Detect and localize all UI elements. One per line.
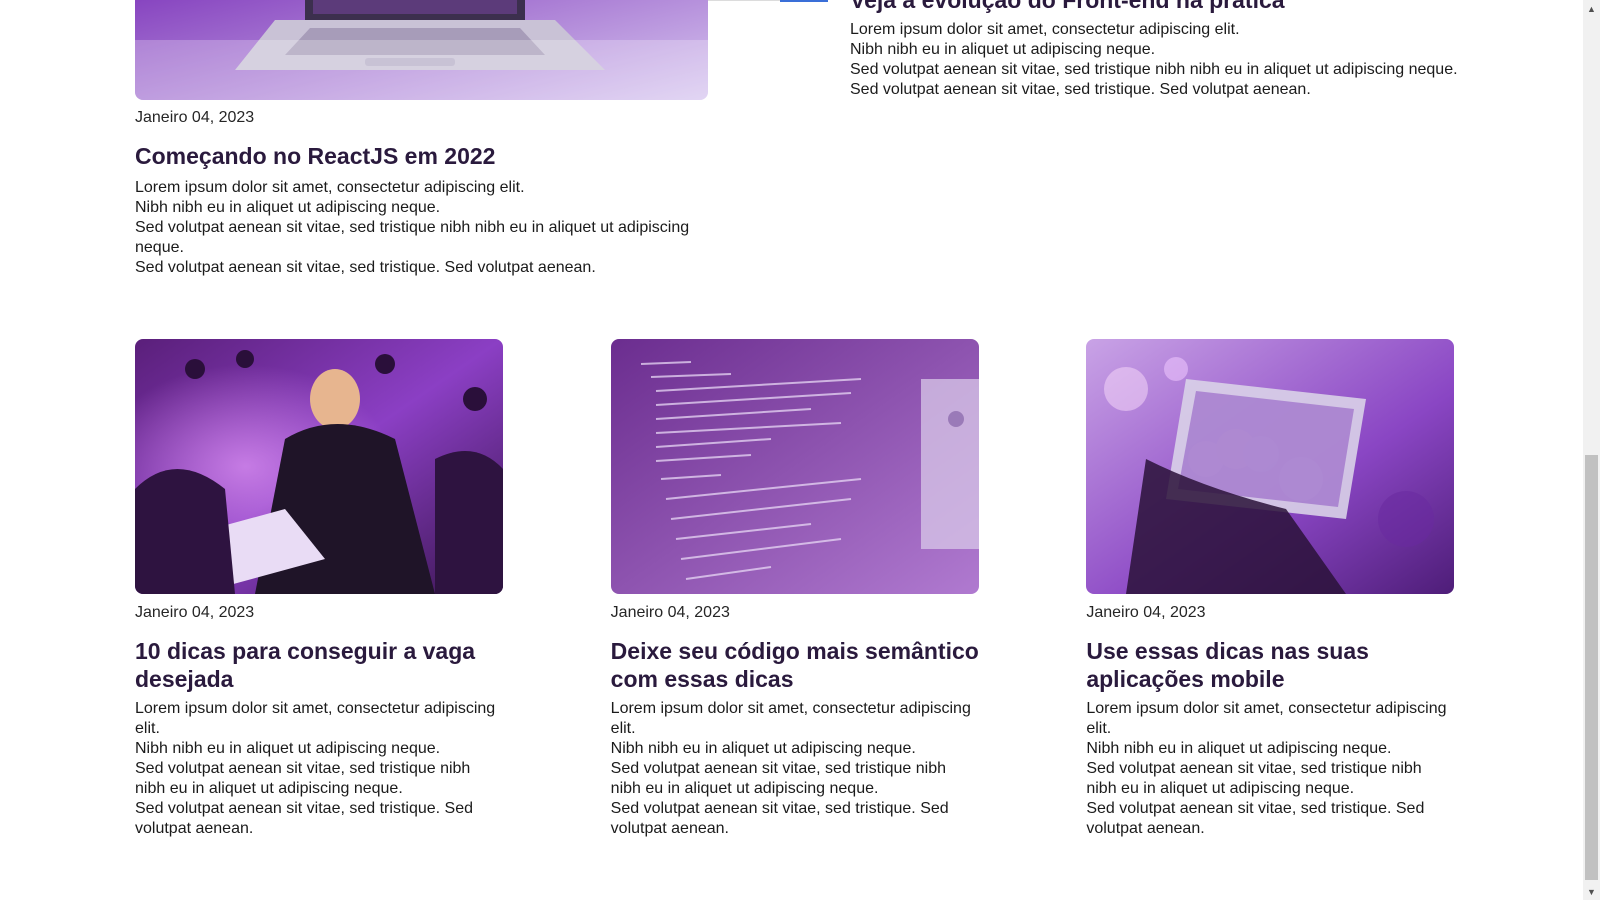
post-excerpt: Lorem ipsum dolor sit amet, consectetur …	[1086, 699, 1455, 839]
post-card[interactable]: Janeiro 04, 2023 Use essas dicas nas sua…	[1086, 339, 1455, 839]
smartphone-photo-icon[interactable]	[1086, 339, 1455, 594]
post-title[interactable]: 10 dicas para conseguir a vaga desejada	[135, 637, 504, 693]
post-excerpt: Lorem ipsum dolor sit amet, consectetur …	[135, 178, 695, 278]
excerpt-line: Sed volutpat aenean sit vitae, sed trist…	[1086, 800, 1425, 837]
post-excerpt: Lorem ipsum dolor sit amet, consectetur …	[135, 699, 504, 839]
post-card[interactable]: Janeiro 04, 2023 10 dicas para conseguir…	[135, 339, 504, 839]
post-date: Janeiro 04, 2023	[610, 604, 730, 621]
excerpt-line: Lorem ipsum dolor sit amet, consectetur …	[135, 700, 496, 737]
arrow-down-icon[interactable]: ▼	[1583, 883, 1600, 900]
excerpt-line: Nibh nibh eu in aliquet ut adipiscing ne…	[1086, 740, 1392, 757]
excerpt-line: Nibh nibh eu in aliquet ut adipiscing ne…	[135, 199, 441, 216]
post-grid: Janeiro 04, 2023 10 dicas para conseguir…	[135, 339, 1455, 839]
blog-page: Janeiro 04, 2023 Começando no ReactJS em…	[0, 0, 1600, 900]
laptop-photo-icon[interactable]	[135, 0, 708, 100]
code-screen-photo-icon[interactable]	[610, 339, 979, 594]
scrollbar-thumb[interactable]	[1585, 455, 1598, 880]
excerpt-line: Sed volutpat aenean sit vitae, sed trist…	[850, 61, 1458, 78]
excerpt-line: Sed volutpat aenean sit vitae, sed trist…	[850, 81, 1311, 98]
post-excerpt: Lorem ipsum dolor sit amet, consectetur …	[611, 699, 980, 839]
post-title[interactable]: Use essas dicas nas suas aplicações mobi…	[1086, 637, 1455, 693]
excerpt-line: Sed volutpat aenean sit vitae, sed trist…	[135, 259, 596, 276]
excerpt-line: Lorem ipsum dolor sit amet, consectetur …	[135, 179, 525, 196]
excerpt-line: Nibh nibh eu in aliquet ut adipiscing ne…	[610, 740, 916, 757]
excerpt-line: Sed volutpat aenean sit vitae, sed trist…	[1086, 760, 1422, 797]
excerpt-line: Sed volutpat aenean sit vitae, sed trist…	[610, 760, 946, 797]
post-date: Janeiro 04, 2023	[1086, 604, 1206, 621]
excerpt-line: Lorem ipsum dolor sit amet, consectetur …	[610, 700, 971, 737]
post-title[interactable]: Deixe seu código mais semântico com essa…	[611, 637, 980, 693]
post-date: Janeiro 04, 2023	[135, 604, 255, 621]
post-date: Janeiro 04, 2023	[135, 109, 255, 126]
people-laptops-photo-icon[interactable]	[135, 339, 503, 594]
vertical-scrollbar[interactable]: ▲ ▼	[1583, 0, 1600, 900]
arrow-up-icon[interactable]: ▲	[1583, 0, 1600, 17]
post-title[interactable]: Veja a evolução do Front-end na prática	[850, 0, 1490, 12]
excerpt-line: Nibh nibh eu in aliquet ut adipiscing ne…	[135, 740, 441, 757]
excerpt-line: Lorem ipsum dolor sit amet, consectetur …	[1086, 700, 1447, 737]
featured-post[interactable]: Janeiro 04, 2023 Começando no ReactJS em…	[135, 0, 710, 278]
excerpt-line: Sed volutpat aenean sit vitae, sed trist…	[135, 760, 471, 797]
excerpt-line: Lorem ipsum dolor sit amet, consectetur …	[850, 21, 1240, 38]
excerpt-line: Nibh nibh eu in aliquet ut adipiscing ne…	[850, 41, 1156, 58]
post-card[interactable]: Janeiro 04, 2023 Deixe seu código mais s…	[610, 339, 980, 839]
accent-bar	[780, 0, 828, 2]
side-post[interactable]: Veja a evolução do Front-end na prática …	[850, 0, 1490, 100]
excerpt-line: Sed volutpat aenean sit vitae, sed trist…	[135, 800, 473, 837]
excerpt-line: Sed volutpat aenean sit vitae, sed trist…	[610, 800, 949, 837]
excerpt-line: Sed volutpat aenean sit vitae, sed trist…	[135, 219, 690, 256]
post-excerpt: Lorem ipsum dolor sit amet, consectetur …	[850, 20, 1490, 100]
post-title[interactable]: Começando no ReactJS em 2022	[135, 142, 710, 170]
